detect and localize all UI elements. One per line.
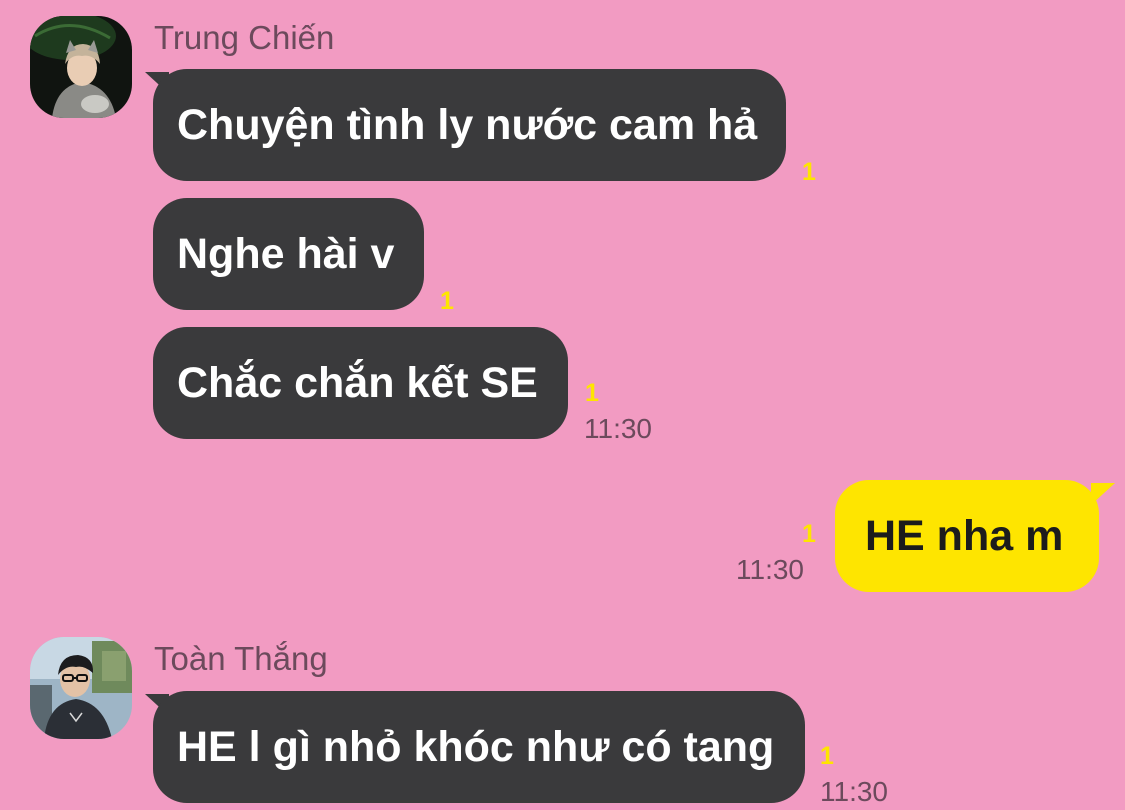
unread-count: 1 bbox=[820, 742, 834, 770]
message-timestamp: 11:30 bbox=[820, 776, 888, 807]
message-bubble-incoming[interactable]: Chuyện tình ly nước cam hả bbox=[153, 69, 786, 181]
avatar-trung-chien[interactable] bbox=[30, 16, 132, 118]
message-bubble-incoming[interactable]: Nghe hài v bbox=[153, 198, 424, 310]
message-timestamp: 11:30 bbox=[736, 554, 804, 585]
sender-name: Toàn Thắng bbox=[154, 640, 328, 677]
avatar-photo-icon bbox=[30, 637, 132, 739]
message-bubble-incoming[interactable]: Chắc chắn kết SE bbox=[153, 327, 568, 439]
avatar-photo-icon bbox=[30, 16, 132, 118]
unread-count: 1 bbox=[802, 158, 816, 186]
message-bubble-outgoing[interactable]: HE nha m bbox=[835, 480, 1099, 592]
message-timestamp: 11:30 bbox=[584, 413, 652, 444]
bubble-tail bbox=[1091, 483, 1115, 505]
avatar-toan-thang[interactable] bbox=[30, 637, 132, 739]
unread-count: 1 bbox=[440, 287, 454, 315]
sender-name: Trung Chiến bbox=[154, 19, 335, 56]
unread-count: 1 bbox=[585, 379, 599, 407]
unread-count: 1 bbox=[802, 520, 816, 548]
message-bubble-incoming[interactable]: HE l gì nhỏ khóc như có tang bbox=[153, 691, 805, 803]
